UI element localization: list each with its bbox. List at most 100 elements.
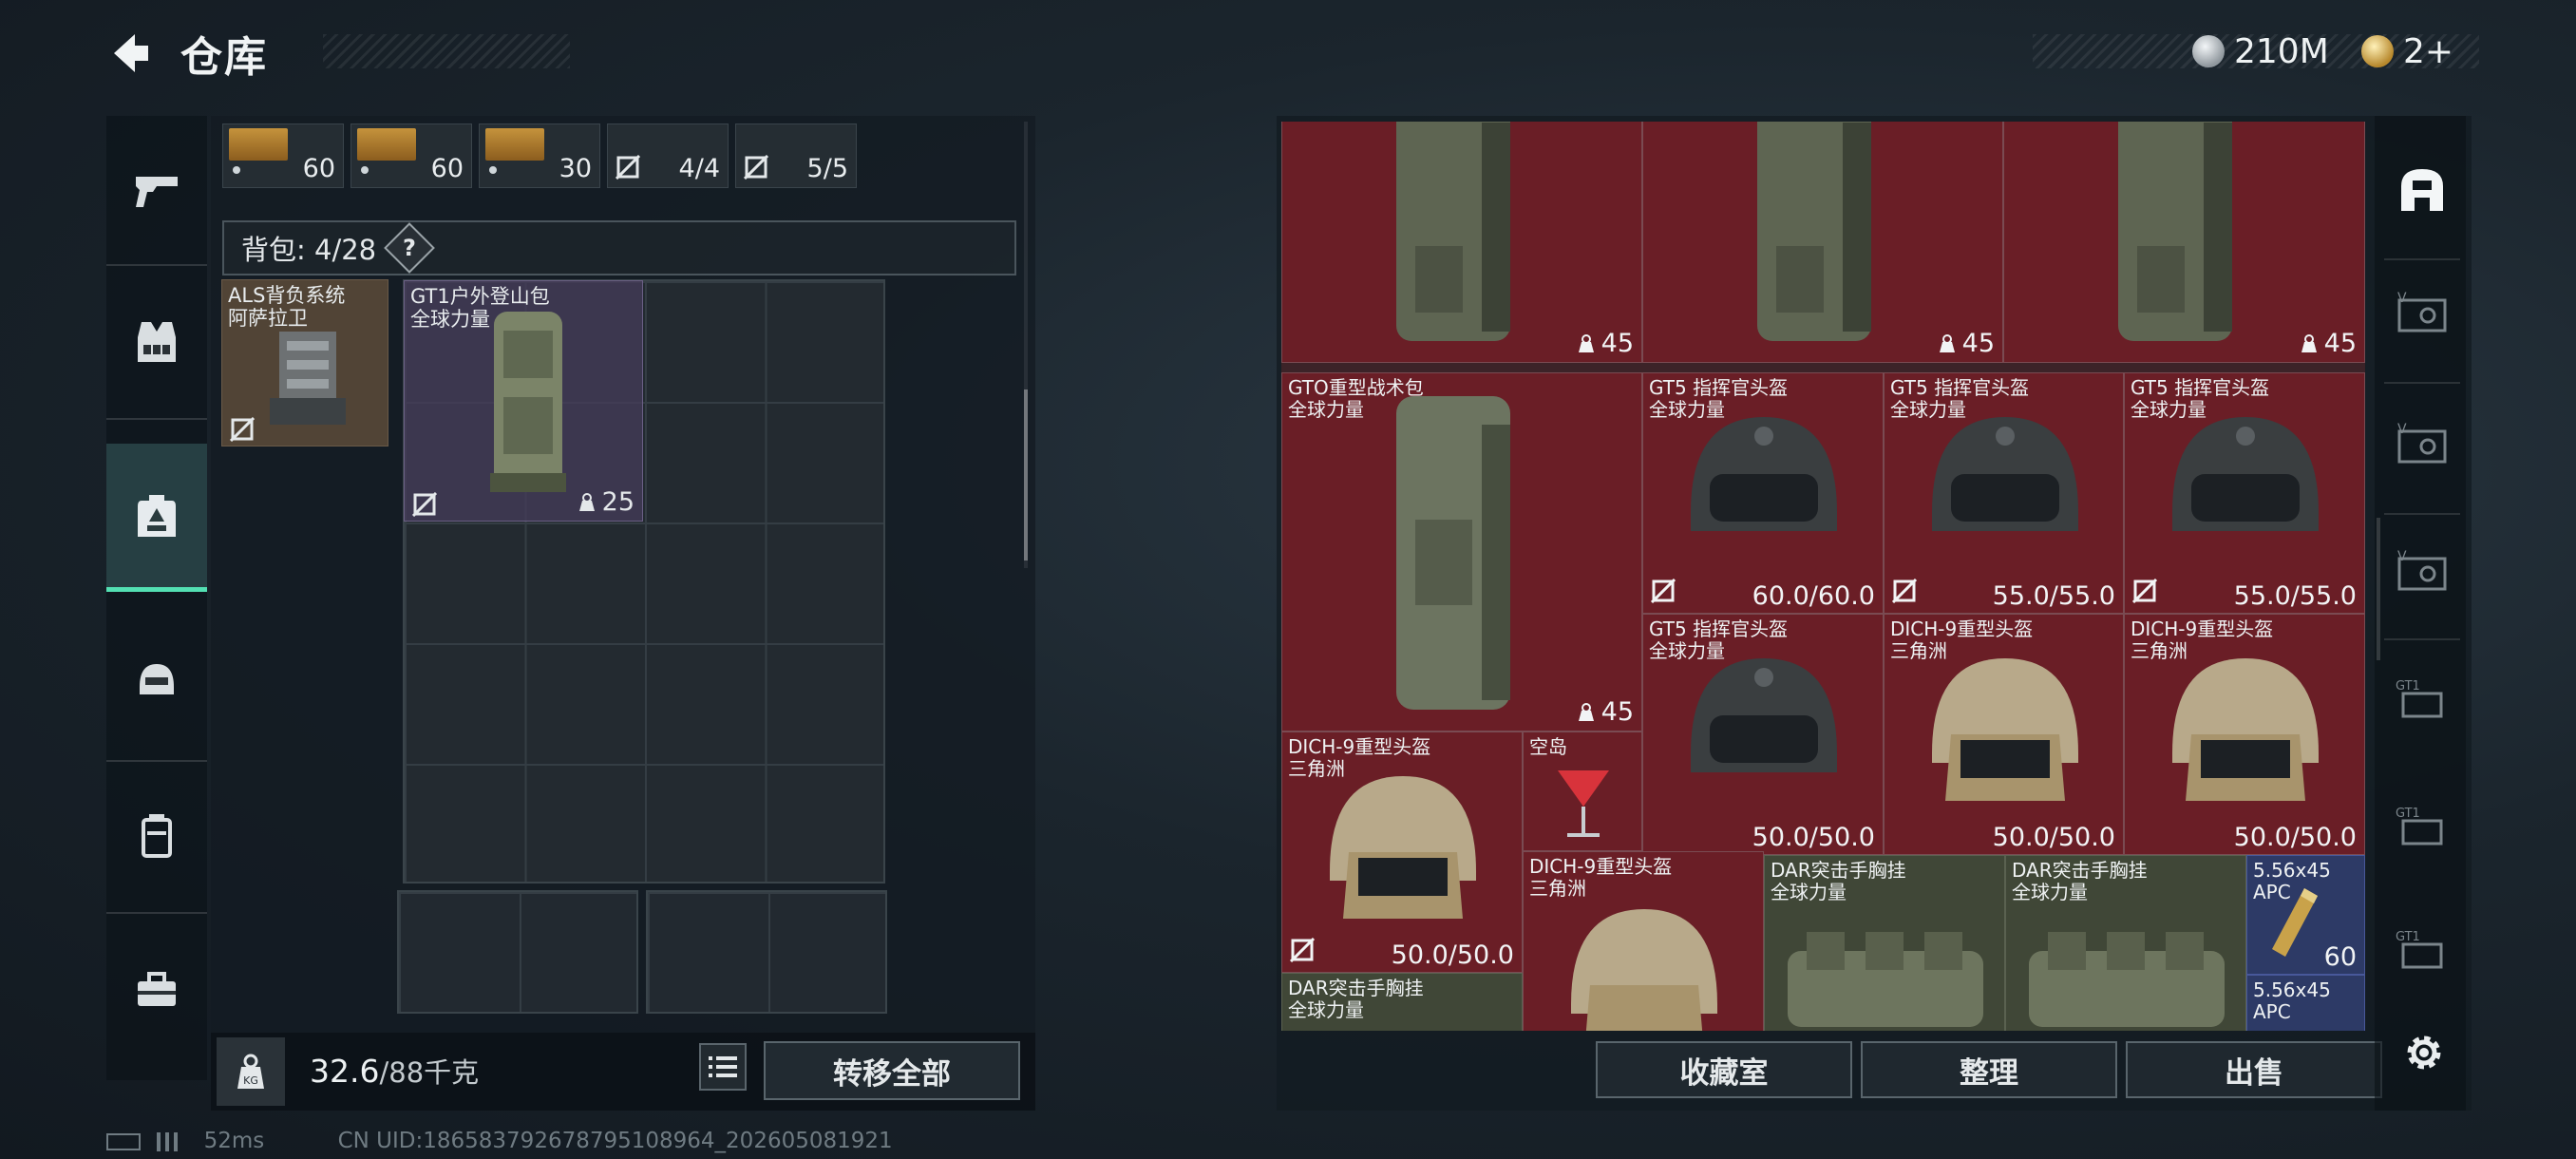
no-insurance-icon <box>1290 938 1315 962</box>
dich9-helmet-image <box>1932 658 2078 801</box>
stash-item-helmet[interactable]: DICH-9重型头盔 三角洲 50.0/50.0 <box>1884 614 2124 855</box>
help-button[interactable]: ? <box>384 222 435 274</box>
pocket-grid-left[interactable] <box>397 890 638 1014</box>
stash-tab-safe-2[interactable]: V <box>2384 407 2460 483</box>
stash-item-backpack[interactable]: 45 <box>1281 122 1642 363</box>
gold-coin-icon <box>2361 35 2394 67</box>
nav-item-helmet[interactable] <box>106 605 207 753</box>
item-name-label: ALS背负系统 <box>228 284 346 307</box>
item-name-label: GT5 指挥官头盔 <box>1649 376 1789 399</box>
ammo-dot-icon <box>361 166 369 174</box>
nav-item-vest[interactable] <box>106 268 207 416</box>
item-durability: 50.0/50.0 <box>1992 823 2115 852</box>
sort-button[interactable]: 整理 <box>1861 1041 2117 1098</box>
svg-text:V: V <box>2397 291 2407 306</box>
nav-item-pouch[interactable] <box>106 762 207 910</box>
carry-weight: 32.6/88千克 <box>310 1051 479 1091</box>
dar-chest-rig-image <box>1788 932 1983 1027</box>
item-weight-value: 45 <box>1601 697 1634 727</box>
pocket-grid-right[interactable] <box>646 890 887 1014</box>
stash-item-backpack[interactable]: 45 <box>2003 122 2365 363</box>
nav-divider <box>106 912 207 914</box>
nav-item-weapons[interactable] <box>106 116 207 264</box>
item-name-label: GT5 指挥官头盔 <box>1890 376 2030 399</box>
equipped-backpack-slot[interactable]: ALS背负系统 阿萨拉卫 <box>221 279 388 446</box>
backpack-item-gt1[interactable]: GT1户外登山包 全球力量 25 <box>404 280 643 522</box>
backpack-capacity-label: 背包: 4/28 <box>241 234 377 266</box>
stash-item-helmet[interactable]: DICH-9重型头盔 三角洲 <box>1523 851 1764 1031</box>
item-durability: 50.0/50.0 <box>2233 823 2357 852</box>
nav-item-backpack[interactable] <box>106 444 207 592</box>
no-insurance-icon <box>1892 579 1917 603</box>
ammo-box-image <box>229 128 288 161</box>
magazine-slot[interactable]: 4/4 <box>607 124 729 188</box>
ammo-slot[interactable]: 60 <box>222 124 344 188</box>
transfer-all-button[interactable]: 转移全部 <box>764 1041 1020 1100</box>
svg-text:GT1: GT1 <box>2396 807 2420 821</box>
stash-item-ammo[interactable]: 5.56x45 APC 60 <box>2246 855 2365 975</box>
stash-item-backpack[interactable]: 45 <box>1642 122 2003 363</box>
pouch-icon <box>142 814 172 858</box>
item-weight-value: 25 <box>601 487 635 517</box>
gold-currency[interactable]: 2+ <box>2361 28 2453 74</box>
stash-tab-gt1-1[interactable]: GT1 <box>2384 661 2460 737</box>
stash-item-chest-rig[interactable]: DAR突击手胸挂 全球力量 <box>1764 855 2005 1031</box>
stash-item-gto-backpack[interactable]: GTO重型战术包 全球力量 45 <box>1281 372 1642 732</box>
left-category-nav <box>106 116 207 1080</box>
gun-icon <box>136 177 178 207</box>
item-weight: 45 <box>1938 329 1995 358</box>
stash-tab-main[interactable] <box>2384 152 2460 228</box>
item-name: 5.56x45 APC <box>2253 979 2331 1023</box>
item-name-label: 5.56x45 <box>2253 978 2331 1001</box>
heavy-tactical-backpack-image <box>2118 122 2232 341</box>
item-name-label: DAR突击手胸挂 <box>1771 859 1906 882</box>
status-bar: 52ms CN UID:186583792678795108964_202605… <box>106 1129 893 1157</box>
silver-currency-value: 210M <box>2234 31 2329 71</box>
nav-item-toolbox[interactable] <box>106 916 207 1064</box>
tactical-frame-image <box>270 332 346 425</box>
ammo-slot[interactable]: 30 <box>479 124 600 188</box>
item-name-label: 空岛 <box>1529 735 1567 758</box>
svg-text:KG: KG <box>243 1074 258 1087</box>
silver-currency[interactable]: 210M <box>2192 28 2329 74</box>
no-insurance-icon <box>230 417 255 442</box>
stash-item-ammo[interactable]: 5.56x45 APC <box>2246 975 2365 1031</box>
stash-tab-safe-1[interactable]: V <box>2384 276 2460 352</box>
gt1-box-icon-1: GT1 <box>2396 679 2443 718</box>
helmet-icon <box>140 664 174 694</box>
stash-item-helmet[interactable]: DICH-9重型头盔 三角洲 50.0/50.0 <box>2124 614 2365 855</box>
gto-tactical-backpack-image <box>1396 396 1510 710</box>
back-button[interactable] <box>106 28 156 78</box>
cocktail-image <box>1558 770 1609 837</box>
dar-chest-rig-image <box>2029 932 2225 1027</box>
rifle-ammo-image <box>2272 888 2318 957</box>
stash-item-chest-rig[interactable]: DAR突击手胸挂 全球力量 <box>2005 855 2246 1031</box>
ammo-slot[interactable]: 60 <box>350 124 472 188</box>
tab-divider <box>2384 382 2460 384</box>
item-name-label: DICH-9重型头盔 <box>1288 735 1431 758</box>
stash-item-helmet[interactable]: GT5 指挥官头盔 全球力量 55.0/55.0 <box>1884 372 2124 614</box>
stash-tab-safe-3[interactable]: V <box>2384 534 2460 610</box>
gt1-box-icon-2: GT1 <box>2396 807 2443 846</box>
magazine-slot[interactable]: 5/5 <box>735 124 857 188</box>
stash-item-helmet[interactable]: DICH-9重型头盔 三角洲 50.0/50.0 <box>1281 732 1523 973</box>
settings-button[interactable] <box>2396 1024 2453 1081</box>
sell-button[interactable]: 出售 <box>2126 1041 2382 1098</box>
nav-divider <box>106 264 207 266</box>
heavy-tactical-backpack-image <box>1757 122 1871 341</box>
title-decor-strip <box>323 34 570 68</box>
stash-item-drink[interactable]: 空岛 <box>1523 732 1642 851</box>
tab-divider <box>2384 258 2460 260</box>
gt1-box-icon-3: GT1 <box>2396 930 2443 969</box>
stash-item-helmet[interactable]: GT5 指挥官头盔 全球力量 55.0/55.0 <box>2124 372 2365 614</box>
item-faction-label: 全球力量 <box>1288 998 1364 1021</box>
stash-item-helmet[interactable]: GT5 指挥官头盔 全球力量 60.0/60.0 <box>1642 372 1884 614</box>
inventory-scrollbar[interactable] <box>1024 390 1028 560</box>
list-view-button[interactable] <box>699 1043 747 1091</box>
stash-item-helmet[interactable]: GT5 指挥官头盔 全球力量 50.0/50.0 <box>1642 614 1884 855</box>
stash-grid[interactable]: 45 45 45 GTO重型战术包 全球力量 45 GT5 指挥官头盔 全球力量 6… <box>1281 122 2365 1031</box>
collection-room-button[interactable]: 收藏室 <box>1596 1041 1852 1098</box>
stash-tab-gt1-3[interactable]: GT1 <box>2384 912 2460 988</box>
stash-item-chest-rig[interactable]: DAR突击手胸挂 全球力量 <box>1281 973 1523 1031</box>
stash-tab-gt1-2[interactable]: GT1 <box>2384 788 2460 864</box>
